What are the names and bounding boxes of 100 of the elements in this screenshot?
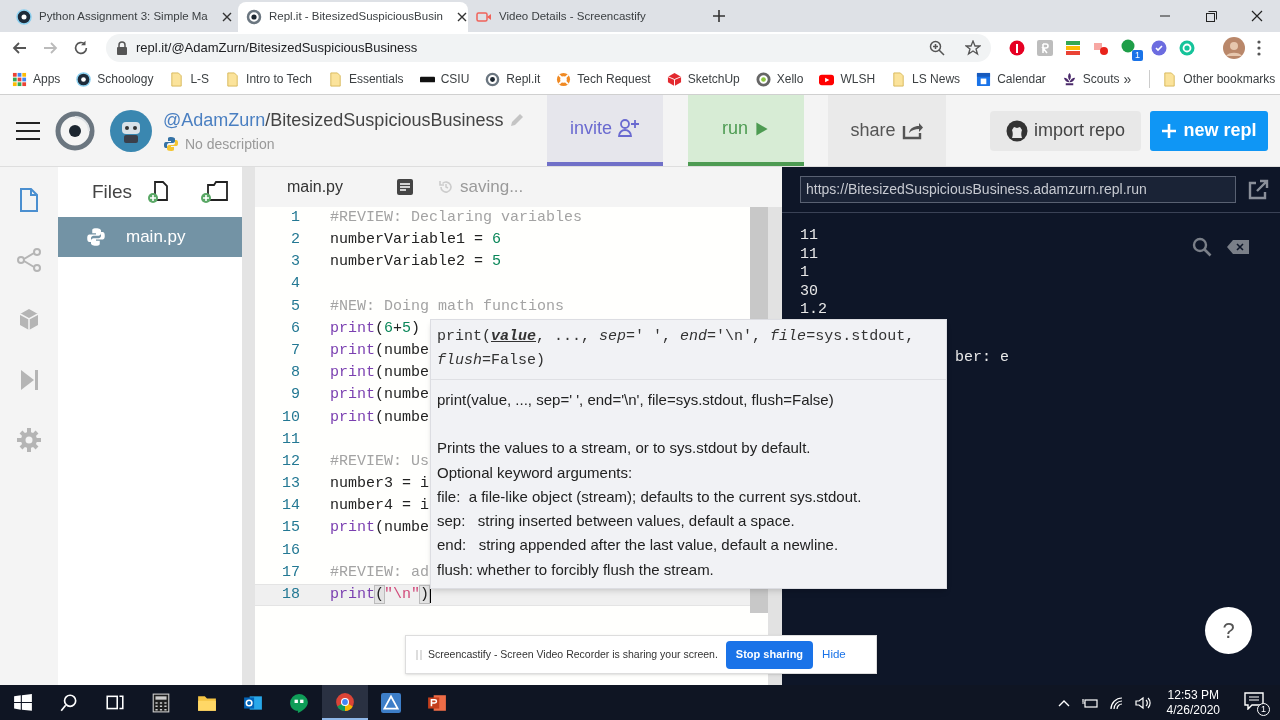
code-line: print(numbe (330, 385, 430, 406)
bookmark[interactable]: Calendar (976, 70, 1046, 88)
browser-tab[interactable]: Python Assignment 3: Simple Ma (8, 2, 238, 32)
add-folder-icon[interactable] (200, 180, 231, 204)
editor-tab[interactable]: main.py (255, 167, 375, 207)
owner-link[interactable]: @AdamZurn (163, 106, 266, 134)
console-output-line: 30 (800, 282, 818, 301)
code-line: numberVariable1 = 6 (330, 230, 502, 251)
line-number: 10 (281, 407, 300, 428)
clear-icon[interactable] (1227, 240, 1249, 254)
line-number: 5 (290, 296, 300, 317)
browser-tab[interactable]: Video Details - Screencastify (468, 2, 698, 32)
taskbar-app[interactable] (322, 685, 368, 720)
share-button[interactable]: share (828, 95, 946, 166)
wifi-icon[interactable] (1108, 695, 1125, 710)
record-icon[interactable] (1093, 40, 1109, 56)
console-output-line: 1.2 (800, 301, 827, 320)
panel-title: Files (92, 179, 133, 204)
bookmark[interactable]: Schoology (76, 70, 154, 88)
code-line: numberVariable2 = 5 (330, 252, 502, 273)
spiral-logo-icon (485, 71, 501, 87)
person-add-icon (618, 117, 640, 140)
avatar-icon[interactable] (1223, 37, 1245, 59)
file-icon[interactable] (17, 187, 41, 213)
doc-signature: print(value, ..., sep=' ', end='\n', file=sys.stdout, flush=False) (437, 390, 835, 410)
calendar-icon (976, 71, 992, 87)
notification-icon[interactable] (1244, 691, 1264, 710)
chat-bubble-icon[interactable] (1121, 39, 1135, 53)
line-number: 18 (281, 585, 300, 606)
code-line: print(numbe (330, 363, 430, 384)
bookmark[interactable]: SketchUp (666, 70, 740, 88)
reload-icon[interactable] (72, 39, 90, 57)
close-icon[interactable] (221, 12, 232, 22)
pin-logo-icon[interactable] (1009, 40, 1025, 56)
bookmark[interactable]: Repl.it (485, 70, 541, 88)
menu-icon[interactable] (16, 121, 40, 140)
grip-icon[interactable] (416, 648, 422, 661)
bookmark[interactable]: CSIU (419, 70, 470, 88)
windows-icon (13, 692, 33, 713)
zoom-icon[interactable] (929, 40, 945, 56)
stack-icon[interactable] (1065, 40, 1081, 56)
add-file-icon[interactable] (146, 180, 171, 204)
signature-text: print(value, ..., sep=' ', end='\n', file=sys.stdout, flush=False) (431, 320, 946, 380)
bookmark[interactable]: L-S (169, 70, 210, 88)
history-icon (438, 179, 454, 195)
doc-text: Prints the values to a stream, or to sys.stdout by default. (437, 438, 811, 459)
browser-tab[interactable]: Repl.it - BitesizedSuspiciousBusin (238, 2, 468, 32)
doc-text: file: a file-like object (stream); defaults to the current sys.stdout. (437, 486, 862, 507)
console-output-line: ber: e (955, 348, 1009, 367)
bookmark[interactable]: Tech Request (556, 70, 651, 88)
notification-badge: 1 (1257, 702, 1270, 716)
stop-sharing-button[interactable]: Stop sharing (725, 640, 814, 669)
clock[interactable]: 12:53 PM 4/26/2020 (1160, 687, 1226, 718)
code-line: print(numbe (330, 407, 430, 428)
robot-avatar-icon[interactable] (110, 109, 152, 152)
bookmark[interactable]: LS News (891, 70, 961, 88)
code-line: print(numbe (330, 340, 430, 361)
bookmark[interactable]: Xello (755, 70, 804, 88)
bookmark[interactable]: Intro to Tech (225, 70, 312, 88)
share-nodes-icon[interactable] (17, 247, 41, 273)
ring-icon (755, 71, 771, 87)
star-icon[interactable] (965, 40, 981, 56)
line-number: 3 (290, 252, 300, 273)
code-line: number4 = i (330, 496, 430, 517)
bookmark[interactable]: Apps (12, 70, 61, 88)
chat-icon (289, 692, 309, 713)
bookmark[interactable]: Essentials (327, 70, 404, 88)
cube-icon (666, 71, 682, 87)
url-field[interactable]: https://BitesizedSuspiciousBusiness.adamzurn.repl.run (800, 176, 1236, 203)
code-line: print(6+5) (330, 318, 421, 339)
document-icon[interactable] (396, 178, 414, 196)
status-text: saving... (460, 176, 524, 199)
spiral-logo-icon[interactable] (55, 110, 95, 151)
bookmark[interactable]: Scouts (1061, 70, 1120, 88)
volume-icon[interactable] (1134, 695, 1151, 710)
logo-icon (16, 9, 32, 25)
line-number: 4 (290, 274, 300, 295)
address-bar[interactable]: repl.it/@AdamZurn/BitesizedSuspiciousBusiness (106, 34, 991, 62)
invite-button[interactable]: invite (547, 95, 663, 166)
search-icon[interactable] (1192, 237, 1212, 257)
close-icon[interactable] (456, 12, 467, 22)
python-logo-icon (86, 227, 106, 247)
logo-icon (1005, 119, 1028, 142)
bookmark[interactable]: WLSH (819, 70, 876, 88)
code-line: number3 = i (330, 474, 430, 495)
line-number: 13 (281, 474, 300, 495)
new-tab-icon[interactable] (712, 9, 726, 23)
line-number: 12 (281, 451, 300, 472)
import-repo-button[interactable]: import repo (990, 110, 1141, 151)
hide-link[interactable]: Hide (822, 645, 846, 664)
fleur-de-lis-icon (1061, 71, 1077, 87)
line-number: 1 (290, 207, 300, 228)
console-output-line: 1 (800, 264, 809, 283)
grid-icon (12, 71, 27, 87)
line-number: 14 (281, 496, 300, 517)
external-link-icon[interactable] (1247, 178, 1269, 201)
menu-icon[interactable] (1257, 40, 1261, 56)
check-circle-icon[interactable] (1151, 40, 1167, 56)
more-bookmarks-button[interactable]: » (1119, 68, 1136, 90)
bookmark-folder[interactable]: Other bookmarks (1149, 70, 1276, 88)
